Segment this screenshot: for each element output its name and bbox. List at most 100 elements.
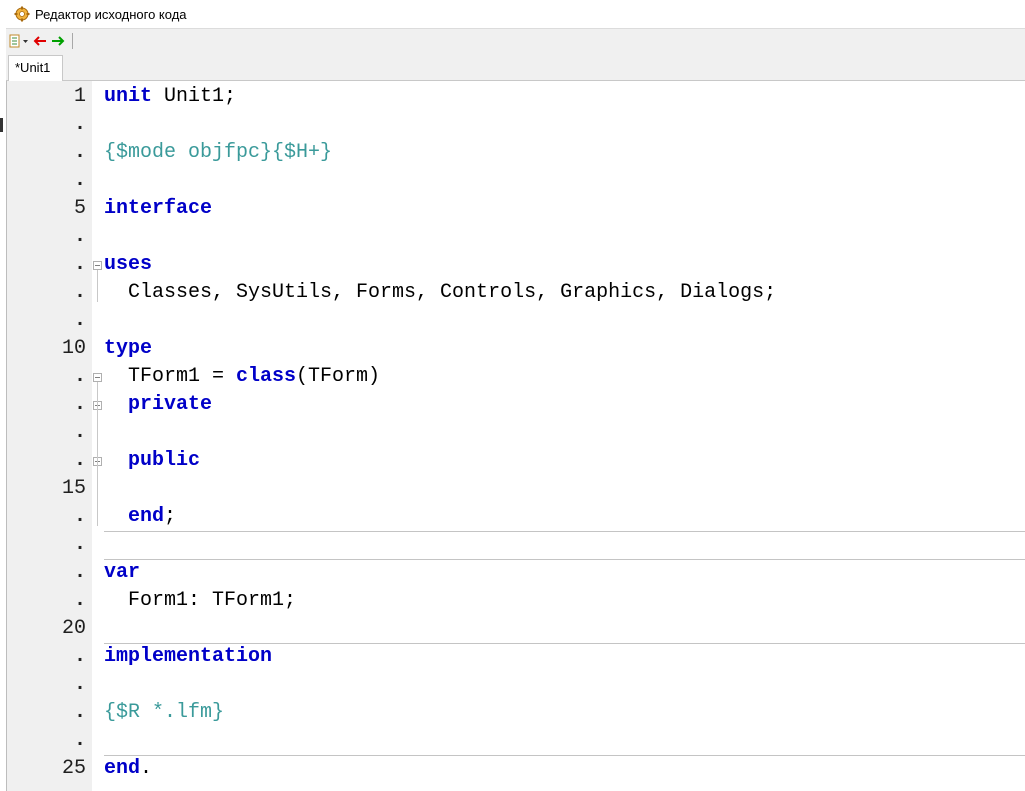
code-line[interactable]: . implementation <box>6 643 1025 671</box>
line-number: . <box>73 365 86 388</box>
source-editor-icon <box>14 6 30 22</box>
code-line[interactable]: . <box>6 111 1025 139</box>
line-number: . <box>73 281 86 304</box>
line-number: . <box>73 701 86 724</box>
code-line[interactable]: 10 type <box>6 335 1025 363</box>
code-line[interactable]: . var <box>6 559 1025 587</box>
directive-token: {$mode objfpc}{$H+} <box>104 141 333 164</box>
text-token: ; <box>164 505 177 528</box>
line-number: 20 <box>61 617 86 640</box>
line-number: . <box>73 113 86 136</box>
line-number: . <box>73 225 86 248</box>
line-number: . <box>73 169 86 192</box>
forward-button[interactable] <box>50 31 66 51</box>
code-line[interactable]: . <box>6 167 1025 195</box>
code-line[interactable]: . end; <box>6 503 1025 531</box>
toolbar <box>6 29 1025 53</box>
back-arrow-icon <box>33 36 46 46</box>
line-number: . <box>73 141 86 164</box>
edge-mark <box>0 118 3 132</box>
line-code: unit Unit1; <box>104 83 236 111</box>
text-token: Unit1; <box>152 85 237 108</box>
forward-arrow-icon <box>52 36 65 46</box>
fold-class-icon[interactable] <box>93 373 102 382</box>
keyword-token: uses <box>104 253 153 276</box>
line-number: . <box>73 393 86 416</box>
source-editor[interactable]: 1 unit Unit1;.. {$mode objfpc}{$H+}. 5 inter… <box>6 81 1025 791</box>
tab-unit1[interactable]: *Unit1 <box>8 55 64 81</box>
code-line[interactable]: . public <box>6 447 1025 475</box>
line-code: uses <box>104 251 152 279</box>
code-line[interactable]: . <box>6 531 1025 559</box>
line-number: . <box>73 449 86 472</box>
code-line[interactable]: . <box>6 727 1025 755</box>
line-number: . <box>73 421 86 444</box>
code-line[interactable]: 15 <box>6 475 1025 503</box>
window-title: Редактор исходного кода <box>35 6 187 22</box>
code-line[interactable]: 1 unit Unit1; <box>6 83 1025 111</box>
code-line[interactable]: . Form1: TForm1; <box>6 587 1025 615</box>
code-line[interactable]: . <box>6 307 1025 335</box>
code-line[interactable]: . {$mode objfpc}{$H+} <box>6 139 1025 167</box>
text-token: TForm1 = <box>104 365 237 388</box>
directive-token: {$R *.lfm} <box>104 701 225 724</box>
keyword-token: implementation <box>104 645 273 668</box>
keyword-token: end <box>128 505 165 528</box>
keyword-token: class <box>236 365 297 388</box>
line-code: interface <box>104 195 212 223</box>
line-code: end; <box>104 503 176 531</box>
line-code: type <box>104 335 152 363</box>
section-separator <box>104 531 1025 532</box>
keyword-token: unit <box>104 85 153 108</box>
line-code: TForm1 = class(TForm) <box>104 363 380 391</box>
section-separator <box>104 559 1025 560</box>
line-code: var <box>104 559 140 587</box>
line-number: 25 <box>61 757 86 780</box>
line-number: . <box>73 589 86 612</box>
back-button[interactable] <box>32 31 48 51</box>
line-number: . <box>73 645 86 668</box>
code-line[interactable]: . {$R *.lfm} <box>6 699 1025 727</box>
line-code: public <box>104 447 200 475</box>
line-number: 5 <box>73 197 86 220</box>
code-line[interactable]: . <box>6 223 1025 251</box>
line-code: {$mode objfpc}{$H+} <box>104 139 332 167</box>
code-line[interactable]: . Classes, SysUtils, Forms, Controls, Gr… <box>6 279 1025 307</box>
line-code: Form1: TForm1; <box>104 587 296 615</box>
line-code: private <box>104 391 212 419</box>
line-number: 1 <box>73 85 86 108</box>
keyword-token: public <box>128 449 201 472</box>
keyword-token: type <box>104 337 153 360</box>
code-line[interactable]: . uses <box>6 251 1025 279</box>
code-line[interactable]: . TForm1 = class(TForm) <box>6 363 1025 391</box>
title-bar: Редактор исходного кода <box>6 0 1025 29</box>
line-code: implementation <box>104 643 272 671</box>
line-number: 15 <box>61 477 86 500</box>
tab-bar: *Unit1 <box>6 53 1025 81</box>
text-token: (TForm) <box>296 365 381 388</box>
line-number: . <box>73 533 86 556</box>
jump-list-button[interactable] <box>8 31 30 51</box>
code-line[interactable]: . <box>6 671 1025 699</box>
fold-guide <box>97 382 98 526</box>
line-code: Classes, SysUtils, Forms, Controls, Grap… <box>104 279 776 307</box>
text-token: Form1: TForm1; <box>104 589 297 612</box>
jump-list-icon <box>9 34 28 48</box>
line-number: . <box>73 561 86 584</box>
code-line[interactable]: . private <box>6 391 1025 419</box>
line-number: . <box>73 309 86 332</box>
line-code: end. <box>104 755 152 783</box>
code-line[interactable]: 20 <box>6 615 1025 643</box>
text-token: . <box>140 757 153 780</box>
fold-uses-icon[interactable] <box>93 261 102 270</box>
keyword-token: var <box>104 561 141 584</box>
code-line[interactable]: . <box>6 419 1025 447</box>
line-number: 10 <box>61 337 86 360</box>
code-line[interactable]: 5 interface <box>6 195 1025 223</box>
code-line[interactable]: 25 end. <box>6 755 1025 783</box>
section-separator <box>104 755 1025 756</box>
section-separator <box>104 643 1025 644</box>
